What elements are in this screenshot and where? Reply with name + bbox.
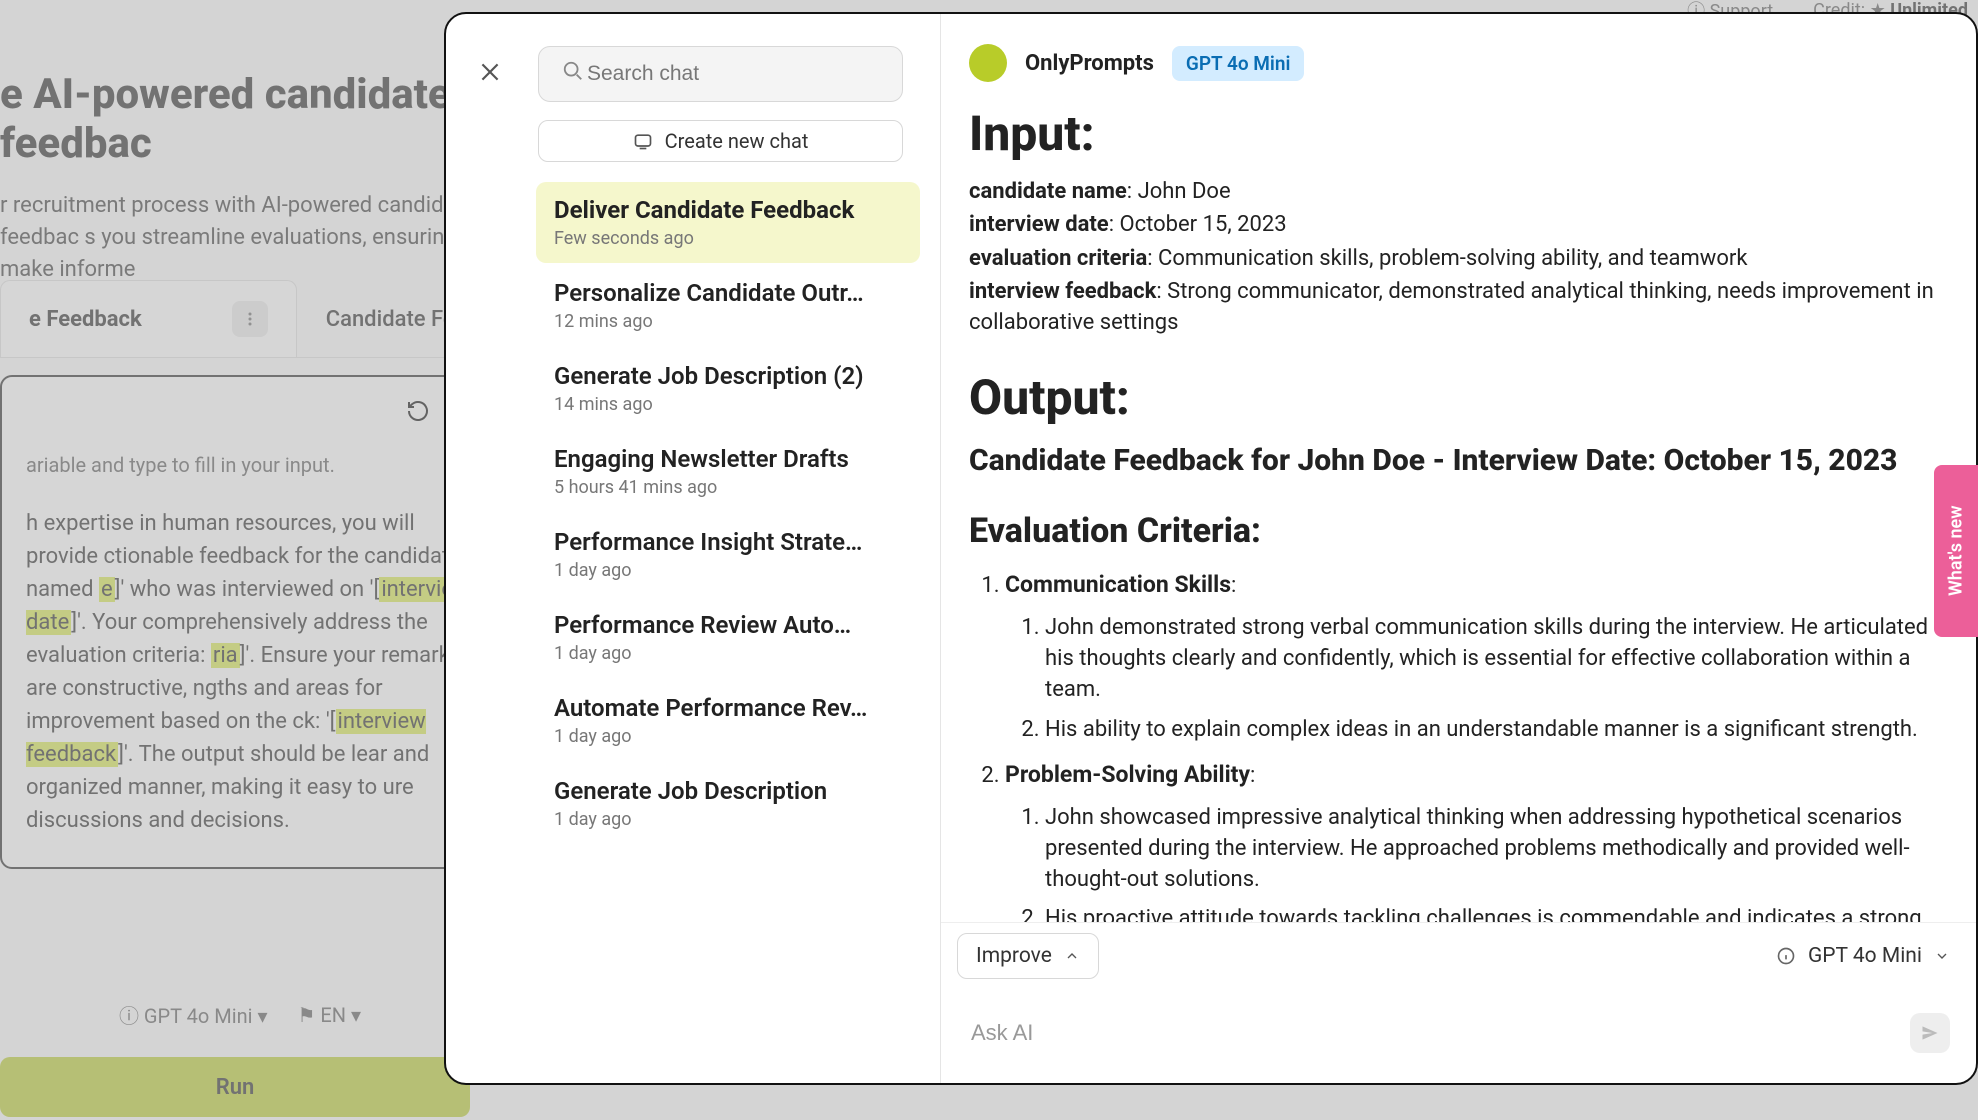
field-candidate-name: candidate name: John Doe (969, 176, 1948, 207)
chat-item[interactable]: Generate Job Description 1 day ago (536, 763, 920, 844)
field-interview-feedback: interview feedback: Strong communicator,… (969, 276, 1948, 338)
chat-item[interactable]: Automate Performance Rev… 1 day ago (536, 680, 920, 761)
output-footer: Improve GPT 4o Mini (941, 922, 1976, 989)
criteria-section-heading: Evaluation Criteria: (969, 507, 1948, 555)
field-interview-date: interview date: October 15, 2023 (969, 209, 1948, 240)
chat-item-title: Performance Insight Strate… (554, 528, 884, 556)
output-heading: Output: (969, 364, 1948, 432)
ask-ai-input[interactable] (971, 1020, 1910, 1046)
chat-modal: Create new chat Deliver Candidate Feedba… (444, 12, 1978, 1085)
criteria-points: John showcased impressive analytical thi… (1005, 802, 1948, 922)
chat-item[interactable]: Personalize Candidate Outr… 12 mins ago (536, 265, 920, 346)
footer-model-selector[interactable]: GPT 4o Mini (1776, 944, 1950, 968)
chat-item[interactable]: Engaging Newsletter Drafts 5 hours 41 min… (536, 431, 920, 512)
search-icon (562, 60, 584, 82)
chat-sidebar: Create new chat Deliver Candidate Feedba… (446, 14, 941, 1083)
chat-item[interactable]: Deliver Candidate Feedback Few seconds ag… (536, 182, 920, 263)
criteria-point: His ability to explain complex ideas in … (1045, 714, 1948, 745)
criteria-list: Communication Skills:John demonstrated s… (969, 569, 1948, 922)
avatar (969, 44, 1007, 82)
chat-item-time: 1 day ago (554, 560, 902, 581)
close-button[interactable] (474, 56, 506, 88)
criteria-name: Communication Skills (1005, 571, 1231, 598)
search-input[interactable] (538, 46, 903, 102)
chat-item-title: Automate Performance Rev… (554, 694, 884, 722)
chat-item-time: 1 day ago (554, 726, 902, 747)
chat-item-time: 1 day ago (554, 643, 902, 664)
create-new-chat-button[interactable]: Create new chat (538, 120, 903, 162)
output-subheading: Candidate Feedback for John Doe - Interv… (969, 440, 1948, 483)
field-evaluation-criteria: evaluation criteria: Communication skill… (969, 243, 1948, 274)
chat-item-title: Generate Job Description (554, 777, 884, 805)
output-panel: OnlyPrompts GPT 4o Mini Input: candidate… (941, 14, 1976, 1083)
whats-new-tab[interactable]: What's new (1934, 465, 1978, 637)
ask-row (941, 989, 1976, 1083)
chat-item-title: Engaging Newsletter Drafts (554, 445, 884, 473)
chat-item-time: 12 mins ago (554, 311, 902, 332)
send-button[interactable] (1910, 1013, 1950, 1053)
chat-item-title: Generate Job Description (2) (554, 362, 884, 390)
chat-item[interactable]: Generate Job Description (2) 14 mins ago (536, 348, 920, 429)
criteria-point: John demonstrated strong verbal communic… (1045, 612, 1948, 706)
input-heading: Input: (969, 100, 1948, 168)
criteria-item: Communication Skills:John demonstrated s… (1005, 569, 1948, 745)
criteria-point: John showcased impressive analytical thi… (1045, 802, 1948, 896)
output-body: Input: candidate name: John Doe intervie… (941, 88, 1976, 922)
persona-name: OnlyPrompts (1025, 51, 1154, 76)
chat-list: Deliver Candidate Feedback Few seconds ag… (536, 182, 920, 844)
chat-item-title: Deliver Candidate Feedback (554, 196, 884, 224)
chat-item[interactable]: Performance Insight Strate… 1 day ago (536, 514, 920, 595)
chat-item-title: Performance Review Auto… (554, 611, 884, 639)
criteria-point: His proactive attitude towards tackling … (1045, 903, 1948, 922)
criteria-name: Problem-Solving Ability (1005, 761, 1250, 788)
chat-item-time: 14 mins ago (554, 394, 902, 415)
improve-button[interactable]: Improve (957, 933, 1099, 979)
criteria-item: Problem-Solving Ability:John showcased i… (1005, 759, 1948, 922)
model-badge: GPT 4o Mini (1172, 46, 1305, 81)
chat-item-time: 5 hours 41 mins ago (554, 477, 902, 498)
chat-item-time: Few seconds ago (554, 228, 902, 249)
chat-item-time: 1 day ago (554, 809, 902, 830)
chat-item[interactable]: Performance Review Auto… 1 day ago (536, 597, 920, 678)
criteria-points: John demonstrated strong verbal communic… (1005, 612, 1948, 745)
chat-item-title: Personalize Candidate Outr… (554, 279, 884, 307)
